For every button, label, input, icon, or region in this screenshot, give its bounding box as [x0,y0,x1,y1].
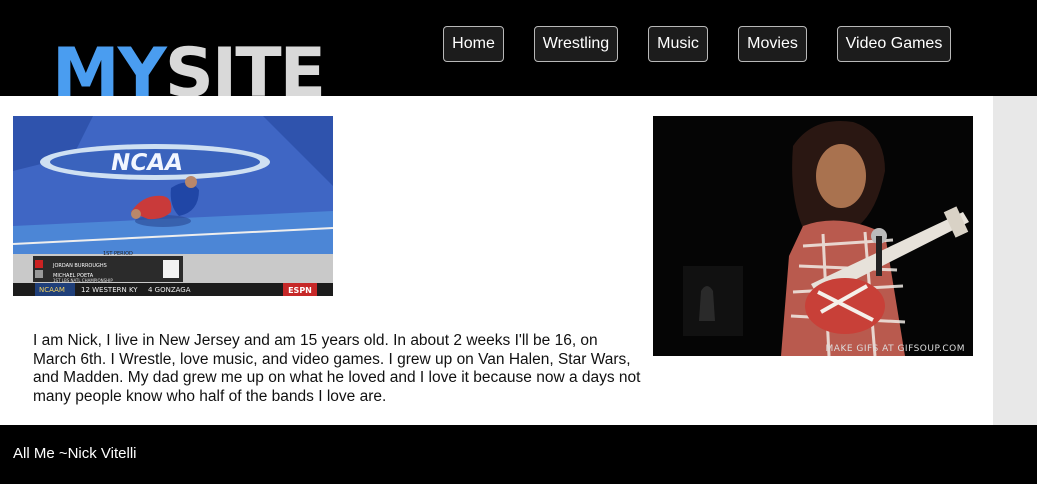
nav-video-games-button[interactable]: Video Games [837,26,951,62]
logo-site: SITE [164,34,326,97]
nav-movies-button[interactable]: Movies [738,26,807,62]
wrestling-gif: NCAA JORDAN BURROUGHS MICHAEL POETA 1ST … [13,116,333,296]
ncaa-logo-text: NCAA [109,149,185,176]
van-halen-gif: MAKE GIFS AT GIFSOUP.COM [653,116,973,356]
footer-text: All Me ~Nick Vitelli [13,445,137,462]
logo-my: MY [52,34,167,97]
nav-music-button[interactable]: Music [648,26,708,62]
svg-text:4 GONZAGA: 4 GONZAGA [148,286,191,294]
svg-text:1ST LBS NATL CHAMPIONSHIP: 1ST LBS NATL CHAMPIONSHIP [53,278,113,283]
right-sidebar [993,96,1037,425]
guitarist-scene: MAKE GIFS AT GIFSOUP.COM [653,116,973,356]
svg-text:NCAAM: NCAAM [39,286,65,294]
svg-text:12 WESTERN KY: 12 WESTERN KY [81,286,138,294]
main-content: NCAA JORDAN BURROUGHS MICHAEL POETA 1ST … [0,96,993,425]
site-logo[interactable]: MYSITE [52,40,326,97]
svg-text:JORDAN BURROUGHS: JORDAN BURROUGHS [52,263,107,269]
svg-text:ESPN: ESPN [288,286,312,295]
nav-home-button[interactable]: Home [443,26,504,62]
bio-text: I am Nick, I live in New Jersey and am 1… [33,332,641,405]
bio-paragraph: I am Nick, I live in New Jersey and am 1… [33,332,933,406]
site-header: MYSITE Home Wrestling Music Movies Video… [0,0,1037,96]
site-footer: All Me ~Nick Vitelli [0,425,1037,484]
svg-text:1ST PERIOD: 1ST PERIOD [103,251,133,257]
nav-wrestling-button[interactable]: Wrestling [534,26,618,62]
wrestling-scene: NCAA JORDAN BURROUGHS MICHAEL POETA 1ST … [13,116,333,296]
